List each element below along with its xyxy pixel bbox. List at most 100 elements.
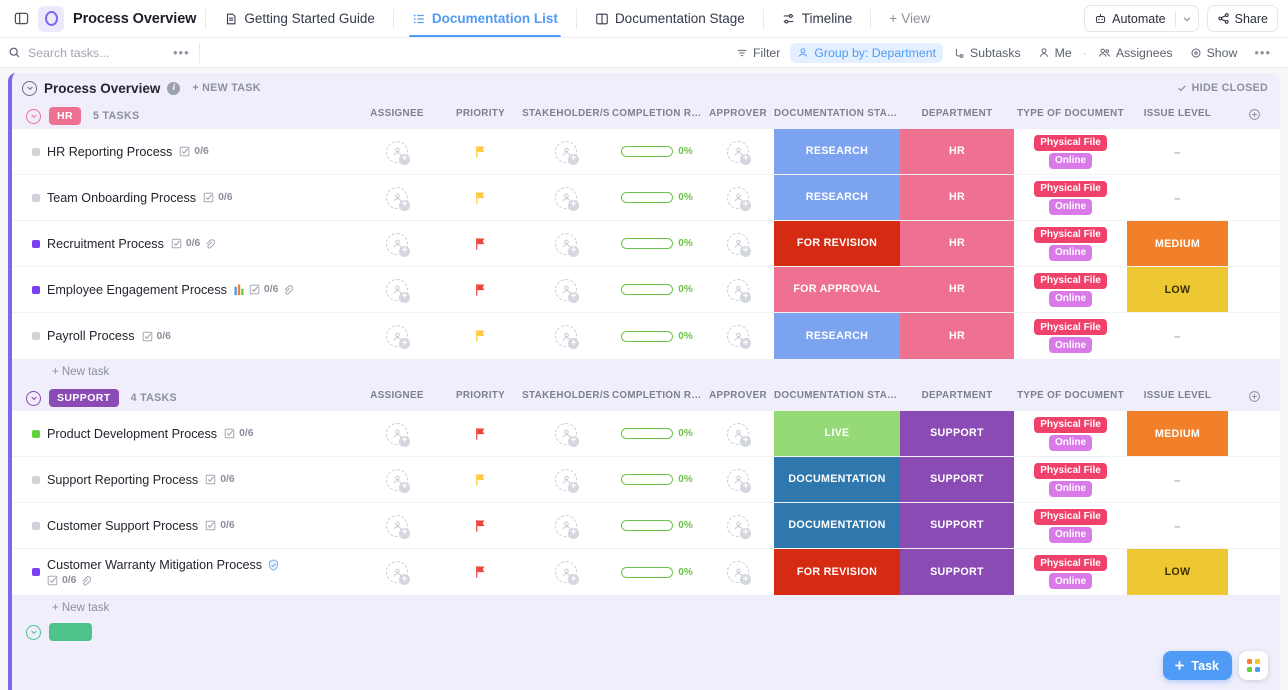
table-row[interactable]: Recruitment Process 0/6 + + 0% + [12,221,1280,267]
document-type-tag[interactable]: Physical File [1034,417,1107,433]
cell-issue-level[interactable]: – [1127,313,1228,359]
cell-issue-level[interactable]: LOW [1127,549,1228,595]
approver-avatar-placeholder[interactable]: + [727,561,749,583]
approver-avatar-placeholder[interactable]: + [727,515,749,537]
column-header-add[interactable] [1228,390,1280,406]
cell-approver[interactable]: + [702,313,774,359]
cell-completion-rate[interactable]: 0% [612,411,702,456]
task-name[interactable]: Customer Support Process [47,519,198,533]
column-header-doc_type[interactable]: TYPE OF DOCUMENT [1014,108,1127,124]
cell-assignee[interactable]: + [353,129,441,174]
cell-department[interactable]: HR [900,267,1014,312]
cell-stakeholders[interactable]: + [520,267,612,312]
cell-completion-rate[interactable]: 0% [612,313,702,359]
approver-avatar-placeholder[interactable]: + [727,279,749,301]
cell-type-of-document[interactable]: Physical FileOnline [1014,549,1127,595]
column-header-priority[interactable]: PRIORITY [441,390,520,406]
filter-button[interactable]: Filter [729,43,787,63]
approver-avatar-placeholder[interactable]: + [727,141,749,163]
column-header-assignee[interactable]: ASSIGNEE [353,390,441,406]
cell-assignee[interactable]: + [353,503,441,548]
hide-closed-toggle[interactable]: HIDE CLOSED [1177,82,1268,94]
approver-avatar-placeholder[interactable]: + [727,325,749,347]
cell-stakeholders[interactable]: + [520,503,612,548]
document-type-tag[interactable]: Physical File [1034,319,1107,335]
automate-button[interactable]: Automate [1084,5,1199,32]
add-task-row[interactable]: + New task [12,595,1280,621]
priority-flag-icon[interactable] [474,427,487,441]
table-row[interactable]: Support Reporting Process 0/6 + + 0% + [12,457,1280,503]
cell-type-of-document[interactable]: Physical FileOnline [1014,175,1127,220]
priority-flag-icon[interactable] [474,191,487,205]
chart-icon[interactable] [234,284,245,296]
stakeholder-avatar-placeholder[interactable]: + [555,325,577,347]
cell-stakeholders[interactable]: + [520,313,612,359]
attachment-icon[interactable] [80,575,91,586]
document-type-tag[interactable]: Physical File [1034,227,1107,243]
cell-priority[interactable] [441,313,520,359]
cell-approver[interactable]: + [702,221,774,266]
more-options-button[interactable]: ••• [1247,42,1278,63]
cell-department[interactable]: SUPPORT [900,411,1014,456]
column-header-department[interactable]: DEPARTMENT [900,390,1014,406]
cell-approver[interactable]: + [702,129,774,174]
cell-priority[interactable] [441,267,520,312]
status-dot[interactable] [32,286,40,294]
add-task-fab[interactable]: Task [1163,651,1232,680]
cell-stakeholders[interactable]: + [520,549,612,595]
approver-avatar-placeholder[interactable]: + [727,233,749,255]
cell-assignee[interactable]: + [353,175,441,220]
add-column-icon[interactable] [1248,390,1261,403]
cell-completion-rate[interactable]: 0% [612,175,702,220]
group-by-button[interactable]: Group by: Department [790,43,943,63]
cell-documentation-stage[interactable]: FOR REVISION [774,221,900,266]
table-row[interactable]: Payroll Process 0/6 + + 0% + RESEA [12,313,1280,359]
priority-flag-icon[interactable] [474,329,487,343]
approver-avatar-placeholder[interactable]: + [727,187,749,209]
priority-flag-icon[interactable] [474,145,487,159]
table-row[interactable]: Team Onboarding Process 0/6 + + 0% + [12,175,1280,221]
cell-stakeholders[interactable]: + [520,129,612,174]
cell-issue-level[interactable]: – [1127,503,1228,548]
cell-type-of-document[interactable]: Physical FileOnline [1014,267,1127,312]
document-type-tag[interactable]: Online [1049,573,1092,589]
progress-bar[interactable]: 0% [621,520,692,531]
progress-bar[interactable]: 0% [621,284,692,295]
stakeholder-avatar-placeholder[interactable]: + [555,469,577,491]
cell-type-of-document[interactable]: Physical FileOnline [1014,313,1127,359]
assignee-avatar-placeholder[interactable]: + [386,141,408,163]
column-header-approver[interactable]: APPROVER [702,108,774,124]
status-dot[interactable] [32,476,40,484]
cell-documentation-stage[interactable]: RESEARCH [774,129,900,174]
apps-grid-fab[interactable] [1239,651,1268,680]
add-view-button[interactable]: + View [880,11,939,26]
column-header-doc_type[interactable]: TYPE OF DOCUMENT [1014,390,1127,406]
document-type-tag[interactable]: Physical File [1034,135,1107,151]
group-badge[interactable]: HR [49,107,81,125]
task-name[interactable]: Payroll Process [47,329,135,343]
cell-issue-level[interactable]: MEDIUM [1127,411,1228,456]
cell-completion-rate[interactable]: 0% [612,457,702,502]
cell-task-name[interactable]: Support Reporting Process 0/6 [12,457,353,502]
cell-issue-level[interactable]: – [1127,175,1228,220]
document-type-tag[interactable]: Online [1049,199,1092,215]
progress-bar[interactable]: 0% [621,238,692,249]
cell-priority[interactable] [441,457,520,502]
stakeholder-avatar-placeholder[interactable]: + [555,187,577,209]
task-name[interactable]: Recruitment Process [47,237,164,251]
chevron-down-icon[interactable] [1176,6,1198,31]
cell-stakeholders[interactable]: + [520,411,612,456]
shield-tag-icon[interactable] [268,559,279,571]
search-options-icon[interactable]: ••• [173,45,190,60]
assignee-avatar-placeholder[interactable]: + [386,561,408,583]
task-name[interactable]: Employee Engagement Process [47,283,227,297]
table-row[interactable]: Product Development Process 0/6 + + 0% + [12,411,1280,457]
cell-completion-rate[interactable]: 0% [612,129,702,174]
document-type-tag[interactable]: Physical File [1034,273,1107,289]
progress-bar[interactable]: 0% [621,192,692,203]
task-name[interactable]: Product Development Process [47,427,217,441]
circle-logo-icon[interactable] [38,6,64,32]
status-dot[interactable] [32,522,40,530]
cell-documentation-stage[interactable]: RESEARCH [774,313,900,359]
cell-approver[interactable]: + [702,549,774,595]
